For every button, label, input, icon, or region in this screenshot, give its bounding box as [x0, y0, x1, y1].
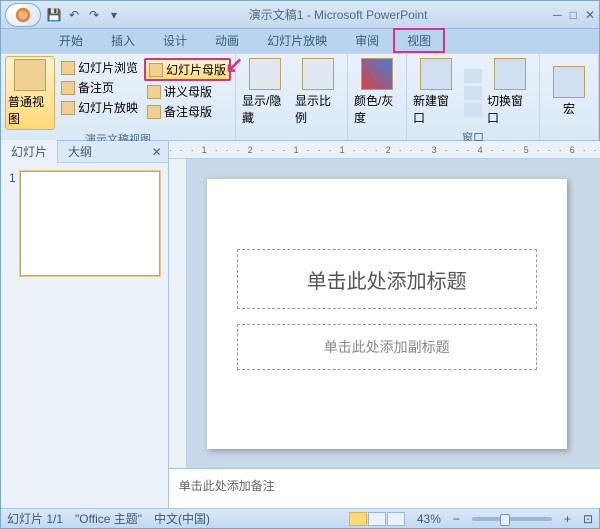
tab-design[interactable]: 设计 [149, 28, 201, 53]
zoom-icon [302, 58, 334, 90]
zoom-label: 显示比例 [295, 92, 341, 126]
slide-master-icon [149, 63, 163, 77]
slideshow-icon [61, 101, 75, 115]
slide-master-label: 幻灯片母版 [166, 61, 226, 78]
normal-view-button[interactable]: 普通视图 [5, 56, 55, 130]
quick-access-toolbar: 💾 ↶ ↷ ▾ [45, 6, 123, 24]
minimize-button[interactable]: ─ [553, 8, 562, 22]
macro-label: 宏 [563, 100, 575, 117]
tab-home[interactable]: 开始 [45, 28, 97, 53]
thumbnail-pane: 幻灯片 大纲 ✕ 1 [1, 141, 169, 508]
view-show-button[interactable] [387, 512, 405, 526]
zoom-button[interactable]: 显示比例 [293, 56, 343, 128]
zoom-percent[interactable]: 43% [417, 512, 441, 526]
new-window-label: 新建窗口 [413, 92, 459, 126]
view-normal-button[interactable] [349, 512, 367, 526]
zoom-slider[interactable] [472, 517, 552, 521]
slideshow-button[interactable]: 幻灯片放映 [58, 98, 141, 117]
color-grayscale-button[interactable]: 颜色/灰度 [352, 56, 402, 128]
color-label: 颜色/灰度 [354, 92, 400, 126]
status-slide-info: 幻灯片 1/1 [7, 510, 63, 527]
status-theme: "Office 主题" [75, 510, 142, 527]
redo-icon[interactable]: ↷ [85, 6, 103, 24]
macro-button[interactable]: 宏 [544, 56, 594, 126]
thumb-number: 1 [9, 171, 16, 276]
arrange-icon[interactable] [464, 69, 482, 83]
view-mode-buttons [349, 512, 405, 526]
group-label-macro [544, 126, 594, 140]
undo-icon[interactable]: ↶ [65, 6, 83, 24]
slide-thumbnail[interactable] [20, 171, 160, 276]
slide-editor[interactable]: 单击此处添加标题 单击此处添加副标题 [187, 159, 600, 468]
notes-master-button[interactable]: 备注母版 [144, 102, 231, 121]
show-hide-icon [249, 58, 281, 90]
show-hide-button[interactable]: 显示/隐藏 [240, 56, 290, 128]
notes-master-icon [147, 105, 161, 119]
save-icon[interactable]: 💾 [45, 6, 63, 24]
switch-window-label: 切换窗口 [487, 92, 533, 126]
view-sorter-button[interactable] [368, 512, 386, 526]
tab-animation[interactable]: 动画 [201, 28, 253, 53]
slide-canvas[interactable]: 单击此处添加标题 单击此处添加副标题 [207, 179, 567, 449]
notes-page-icon [61, 81, 75, 95]
maximize-button[interactable]: □ [570, 8, 577, 22]
tab-view[interactable]: 视图 [393, 28, 445, 53]
switch-window-button[interactable]: 切换窗口 [485, 56, 535, 128]
fit-window-button[interactable]: ⊡ [583, 512, 593, 526]
handout-master-button[interactable]: 讲义母版 [144, 82, 231, 101]
subtitle-placeholder[interactable]: 单击此处添加副标题 [237, 324, 537, 370]
notes-master-label: 备注母版 [164, 103, 212, 120]
color-icon [361, 58, 393, 90]
slide-sorter-label: 幻灯片浏览 [78, 59, 138, 76]
notes-page-label: 备注页 [78, 79, 114, 96]
zoom-in-button[interactable]: + [564, 512, 571, 526]
office-button[interactable] [5, 3, 41, 27]
group-label-color [352, 128, 402, 142]
horizontal-ruler[interactable]: ···1···2···1···1···2···3···4···5···6···7… [169, 141, 600, 159]
slide-sorter-icon [61, 61, 75, 75]
notes-pane[interactable]: 单击此处添加备注 [169, 468, 600, 508]
tab-review[interactable]: 审阅 [341, 28, 393, 53]
pane-tab-outline[interactable]: 大纲 [58, 140, 102, 163]
window-title: 演示文稿1 - Microsoft PowerPoint [123, 6, 553, 23]
status-language: 中文(中国) [154, 510, 210, 527]
pane-close-button[interactable]: ✕ [146, 145, 168, 159]
pane-tab-slides[interactable]: 幻灯片 [1, 140, 58, 163]
slideshow-label: 幻灯片放映 [78, 99, 138, 116]
normal-view-label: 普通视图 [8, 93, 52, 127]
show-hide-label: 显示/隐藏 [242, 92, 288, 126]
tab-insert[interactable]: 插入 [97, 28, 149, 53]
macro-icon [553, 66, 585, 98]
title-placeholder[interactable]: 单击此处添加标题 [237, 249, 537, 309]
slide-master-button[interactable]: 幻灯片母版 [144, 58, 231, 81]
titlebar: 💾 ↶ ↷ ▾ 演示文稿1 - Microsoft PowerPoint ─ □… [1, 1, 599, 29]
ribbon-tabs: 开始 插入 设计 动画 幻灯片放映 审阅 视图 [1, 29, 599, 53]
normal-view-icon [14, 59, 46, 91]
zoom-out-button[interactable]: − [453, 512, 460, 526]
split-icon[interactable] [464, 103, 482, 117]
qat-dropdown-icon[interactable]: ▾ [105, 6, 123, 24]
ribbon: 普通视图 幻灯片浏览 备注页 幻灯片放映 幻灯片母版 讲义母版 备注母版 演示文… [1, 53, 599, 141]
new-window-button[interactable]: 新建窗口 [411, 56, 461, 128]
vertical-ruler[interactable] [169, 159, 187, 468]
close-button[interactable]: ✕ [585, 8, 595, 22]
switch-window-icon [494, 58, 526, 90]
notes-page-button[interactable]: 备注页 [58, 78, 141, 97]
status-bar: 幻灯片 1/1 "Office 主题" 中文(中国) 43% − + ⊡ [1, 508, 599, 528]
cascade-icon[interactable] [464, 86, 482, 100]
handout-master-icon [147, 85, 161, 99]
group-label-zoom [240, 128, 343, 142]
tab-slideshow[interactable]: 幻灯片放映 [253, 28, 341, 53]
slide-sorter-button[interactable]: 幻灯片浏览 [58, 58, 141, 77]
handout-master-label: 讲义母版 [164, 83, 212, 100]
new-window-icon [420, 58, 452, 90]
